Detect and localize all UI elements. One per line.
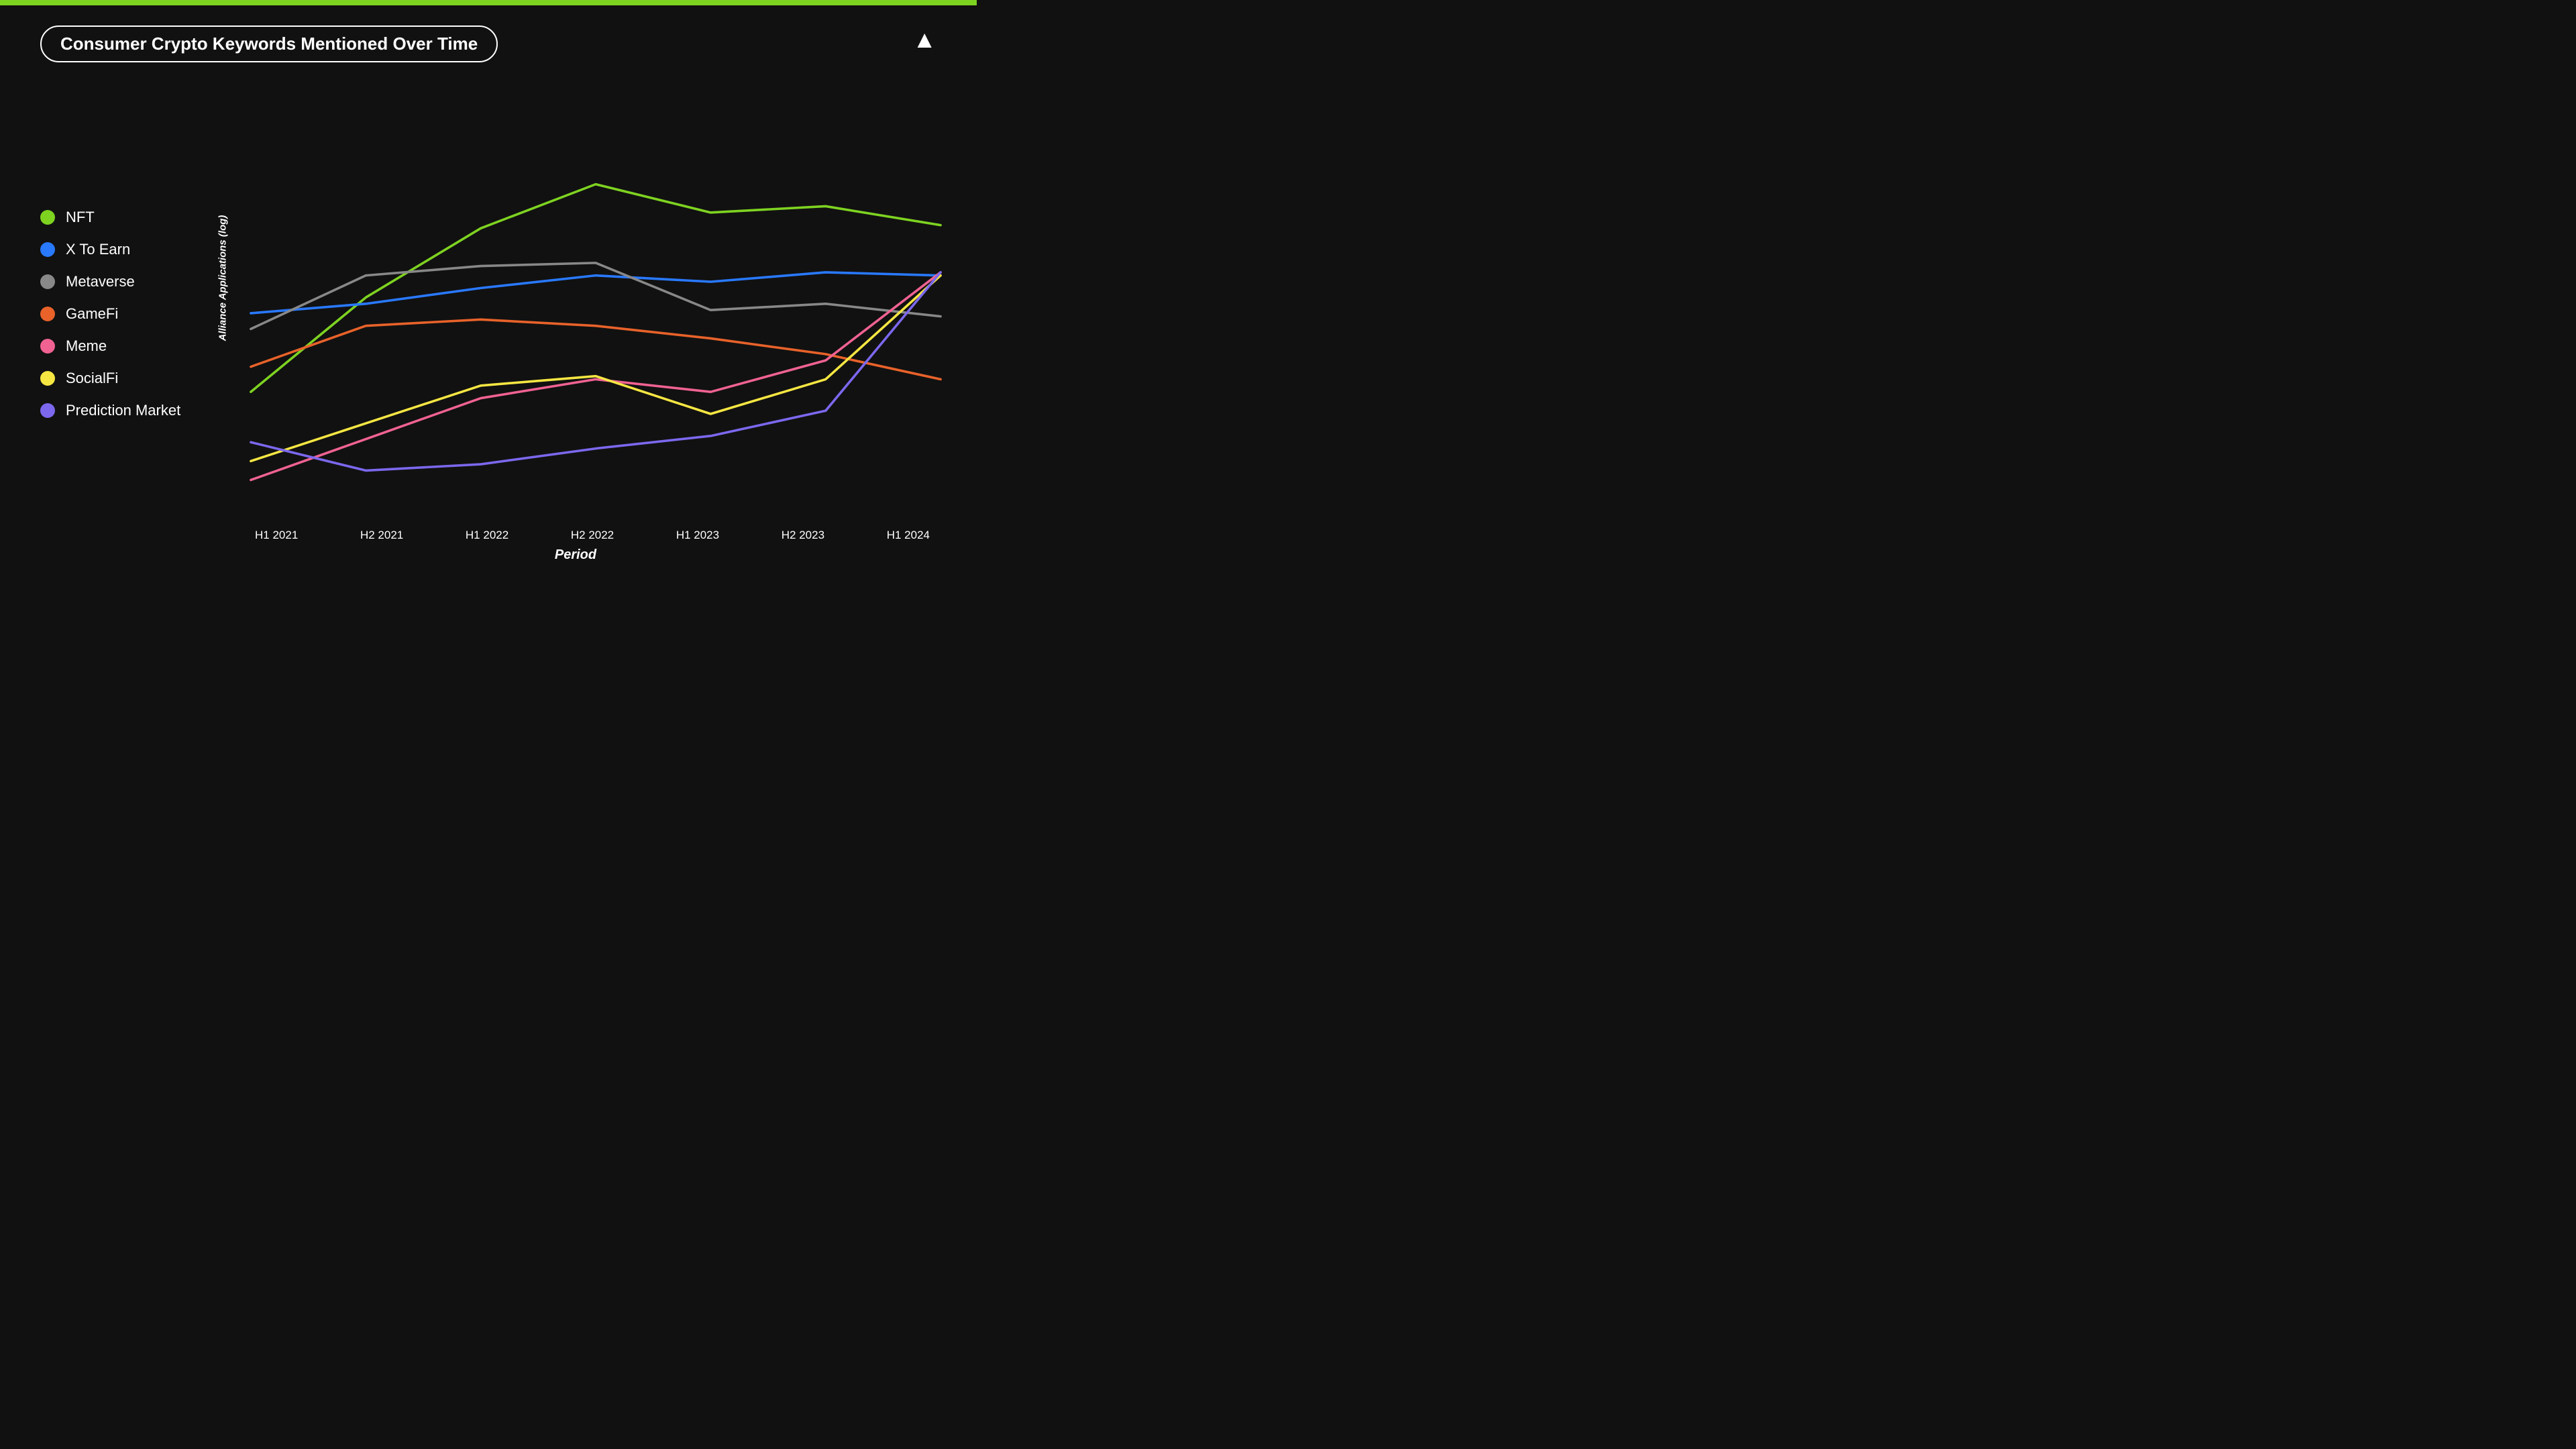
chart-title: Consumer Crypto Keywords Mentioned Over …	[60, 34, 478, 54]
legend-dot	[40, 339, 55, 354]
legend-item-prediction-market: Prediction Market	[40, 402, 215, 419]
series-nft	[251, 184, 941, 392]
x-axis-label: H2 2021	[360, 529, 403, 542]
legend-label: GameFi	[66, 305, 118, 323]
legend-label: Metaverse	[66, 273, 135, 290]
legend-item-gamefi: GameFi	[40, 305, 215, 323]
x-axis-title: Period	[215, 547, 936, 563]
legend-dot	[40, 242, 55, 257]
x-axis-label: H1 2024	[887, 529, 930, 542]
chart-area: Alliance Applications (log) H1 2021H2 20…	[215, 74, 936, 527]
legend-label: SocialFi	[66, 370, 118, 387]
legend-label: Prediction Market	[66, 402, 180, 419]
legend-label: X To Earn	[66, 241, 130, 258]
legend-dot	[40, 403, 55, 418]
line-chart	[235, 74, 957, 523]
legend-dot	[40, 307, 55, 321]
chart-container: NFT X To Earn Metaverse GameFi Meme Soci…	[40, 74, 936, 527]
x-axis-label: H1 2022	[466, 529, 508, 542]
x-axis-labels: H1 2021 H2 2021 H1 2022 H2 2022 H1 2023 H2 20…	[215, 529, 936, 542]
compass-icon: ▲	[912, 25, 936, 54]
legend-item-x-to-earn: X To Earn	[40, 241, 215, 258]
x-axis-label: H2 2022	[571, 529, 614, 542]
series-socialfi	[251, 276, 941, 462]
title-box: Consumer Crypto Keywords Mentioned Over …	[40, 25, 498, 62]
x-axis-label: H1 2021	[255, 529, 298, 542]
legend-item-meme: Meme	[40, 337, 215, 355]
legend-item-metaverse: Metaverse	[40, 273, 215, 290]
legend-item-nft: NFT	[40, 209, 215, 226]
series-prediction-market	[251, 272, 941, 470]
legend-label: NFT	[66, 209, 95, 226]
legend-dot	[40, 210, 55, 225]
y-axis-label: Alliance Applications (log)	[217, 211, 229, 345]
x-axis-label: H2 2023	[782, 529, 824, 542]
legend-item-socialfi: SocialFi	[40, 370, 215, 387]
legend-label: Meme	[66, 337, 107, 355]
top-bar	[0, 0, 977, 5]
legend-dot	[40, 274, 55, 289]
legend: NFT X To Earn Metaverse GameFi Meme Soci…	[40, 74, 215, 527]
legend-dot	[40, 371, 55, 386]
x-axis-label: H1 2023	[676, 529, 719, 542]
